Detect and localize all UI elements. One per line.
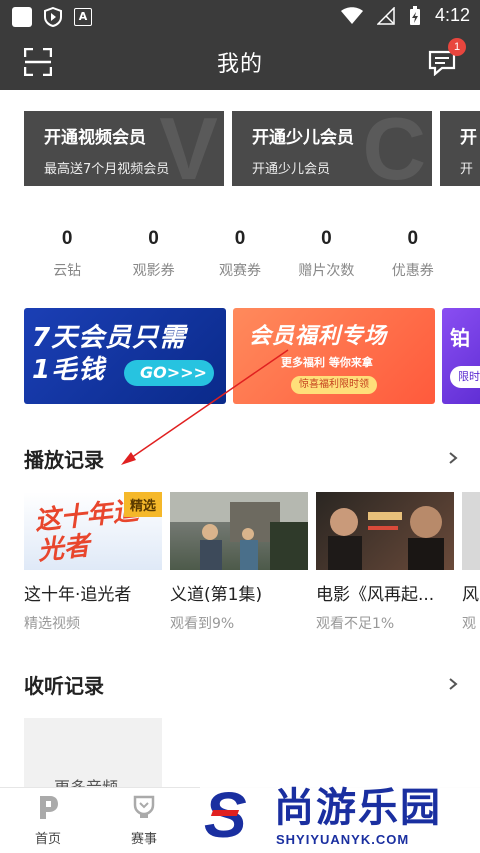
street-scene-image [170,492,308,570]
chevron-right-icon[interactable] [448,451,458,465]
history-item[interactable]: 这十年追光者 精选 这十年·追光者 精选视频 [24,492,162,632]
history-item[interactable]: 义道(第1集) 观看到9% [170,492,308,632]
status-bar: A 4:12 [0,0,480,34]
stat-label: 云钻 [53,263,82,279]
banner-button[interactable]: 惊喜福利限时领 [291,376,377,394]
a-notification-icon: A [74,8,92,26]
video-vip-card[interactable]: V 开通视频会员 最高送7个月视频会员 [24,111,224,186]
play-history-list: 这十年追光者 精选 这十年·追光者 精选视频 义道(第1集) 观看到9% 电影《… [24,492,480,632]
video-thumbnail [462,492,480,570]
video-name: 义道(第1集) [170,585,263,605]
history-item[interactable]: 电影《风再起... 观看不足1% [316,492,454,632]
banner-text-line1: 7天会员只需 [32,323,187,353]
stat-gift-count[interactable]: 0 赠片次数 [283,228,369,280]
banner-subtitle: 更多福利 等你来拿 [281,356,373,369]
go-button[interactable]: GO>>> [124,360,214,386]
message-badge: 1 [448,38,466,56]
banner-button[interactable]: 限时 [450,366,480,388]
chevron-right-icon[interactable] [448,677,458,691]
home-p-icon [40,796,58,819]
card-title: 开通视频会员 [44,128,146,148]
card-subtitle: 最高送7个月视频会员 [44,162,170,177]
nav-label: 赛事 [130,832,157,847]
watermark-en: SHYIYUANYK.COM [276,832,410,847]
trophy-icon [133,795,155,818]
header: 我的 1 [0,34,480,90]
banner-title: 铂 [450,326,470,350]
history-item[interactable]: 风 观 [462,492,480,632]
video-name: 这十年·追光者 [24,585,132,605]
banner-7day-vip[interactable]: 7天会员只需 1毛钱 GO>>> [24,308,226,404]
page-title: 我的 [216,52,263,77]
stat-value: 0 [234,228,246,249]
stat-discount-coupon[interactable]: 0 优惠券 [370,228,456,280]
stat-label: 赠片次数 [298,263,355,279]
card-subtitle: 开通少儿会员 [252,162,331,177]
play-history-title: 播放记录 [24,448,104,472]
no-signal-icon [376,6,395,25]
video-progress: 精选视频 [24,616,80,632]
stat-yunzuan[interactable]: 0 云钻 [24,228,110,280]
stat-label: 观赛券 [218,263,261,279]
card-title: 开通少儿会员 [252,128,354,148]
watermark-cn: 尚游乐园 [274,785,442,831]
nav-label: 首页 [34,832,61,847]
wifi-icon [340,6,363,24]
card-title: 开 [460,128,477,148]
listen-history-title: 收听记录 [24,674,104,698]
watermark-logo: S [204,779,247,851]
promo-banners: 7天会员只需 1毛钱 GO>>> 会员福利专场 更多福利 等你来拿 惊喜福利限时… [24,308,480,404]
clock: 4:12 [434,5,470,25]
nav-home[interactable]: 首页 [18,794,78,847]
nav-match[interactable]: 赛事 [114,794,174,847]
more-vip-card[interactable]: 开 开 [440,111,480,186]
video-progress: 观看不足1% [316,616,395,632]
stat-value: 0 [148,228,159,249]
video-name: 风 [462,585,479,605]
video-thumbnail: 这十年追光者 精选 [24,492,162,570]
account-stats: 0 云钻 0 观影券 0 观赛券 0 赠片次数 0 优惠券 [24,228,456,280]
membership-cards: V 开通视频会员 最高送7个月视频会员 C 开通少儿会员 开通少儿会员 开 开 [24,111,480,186]
app-notification-icon [12,7,32,27]
shield-play-icon [44,7,62,27]
video-thumbnail [316,492,454,570]
stat-label: 观影券 [132,263,175,279]
stat-value: 0 [61,228,73,249]
banner-vip-welfare[interactable]: 会员福利专场 更多福利 等你来拿 惊喜福利限时领 [233,308,435,404]
banner-platinum[interactable]: 铂 限时 [442,308,480,404]
stat-movie-coupon[interactable]: 0 观影券 [110,228,196,280]
video-thumbnail [170,492,308,570]
watermark: S 尚游乐园 SHYIYUANYK.COM [200,779,480,853]
kids-vip-card[interactable]: C 开通少儿会员 开通少儿会员 [232,111,432,186]
stat-value: 0 [407,228,419,249]
featured-tag: 精选 [123,492,162,517]
video-name: 电影《风再起... [316,585,435,605]
stat-label: 优惠券 [391,263,434,279]
movie-poster-image [328,506,444,570]
more-audio-card[interactable]: 更多音频 [24,718,162,790]
video-progress: 观 [462,616,476,632]
video-progress: 观看到9% [170,616,235,632]
battery-charging-icon [409,5,420,25]
stat-value: 0 [321,228,332,249]
card-subtitle: 开 [460,162,474,177]
banner-title: 会员福利专场 [249,324,388,349]
stat-match-coupon[interactable]: 0 观赛券 [197,228,283,280]
